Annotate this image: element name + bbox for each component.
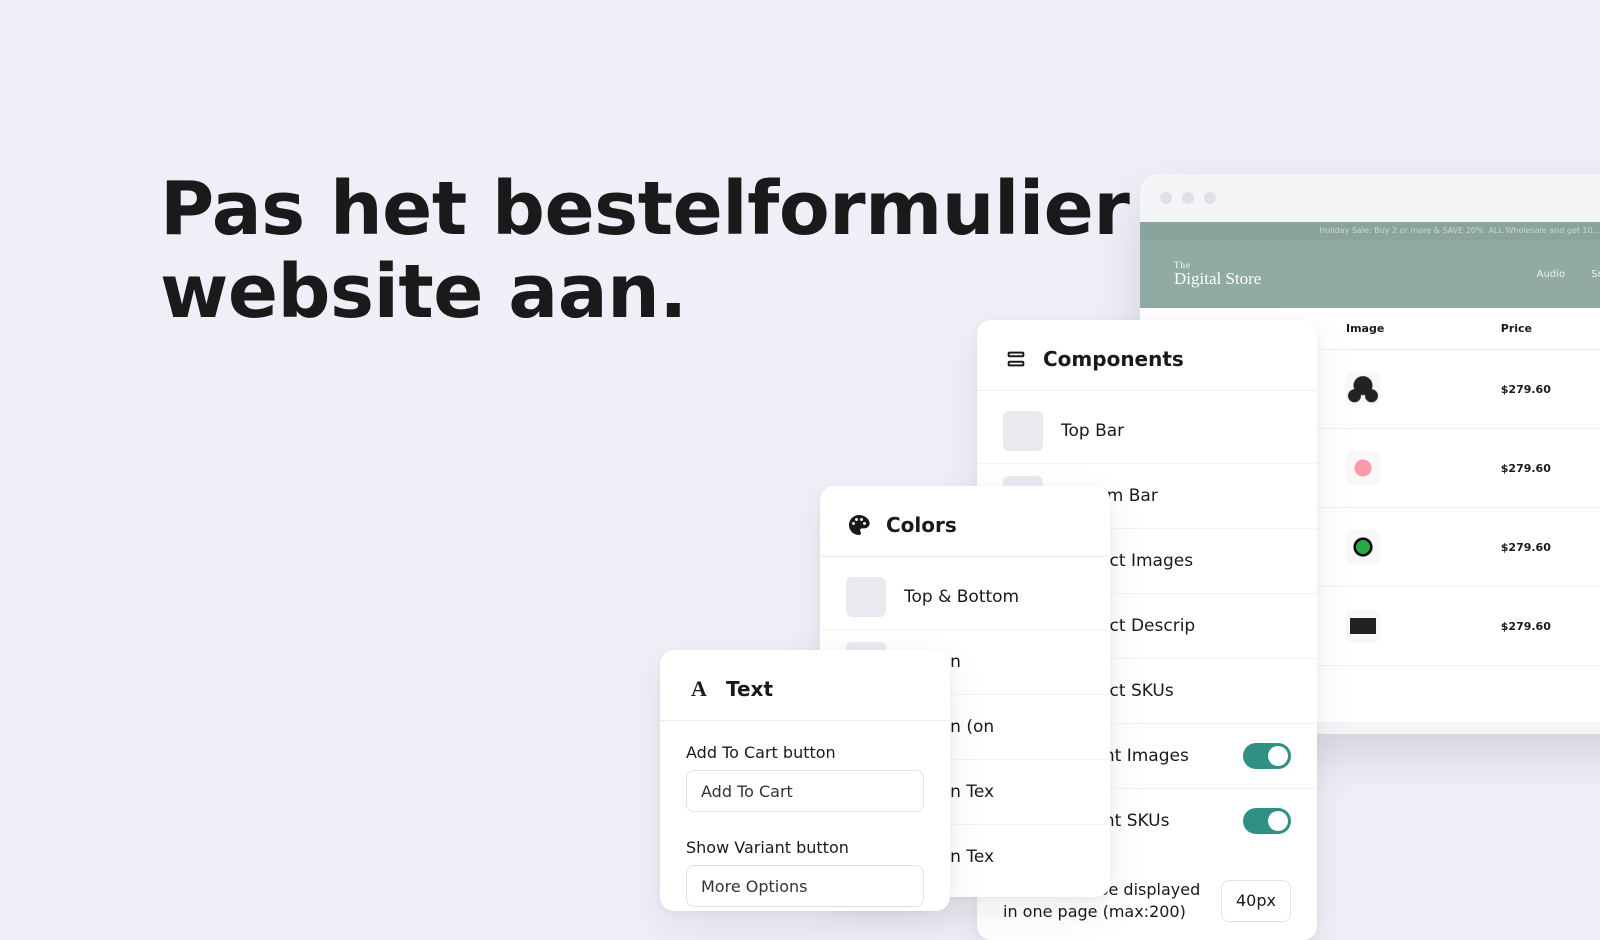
toggle-variant-skus[interactable] bbox=[1243, 808, 1291, 834]
nav-link-smart-devices[interactable]: Smart Devices bbox=[1591, 269, 1600, 280]
store-header: Holiday Sale: Buy 2 or more & SAVE 20%. … bbox=[1140, 222, 1600, 308]
palette-icon bbox=[846, 512, 872, 538]
field-label-show-variant: Show Variant button bbox=[660, 816, 950, 865]
panel-title: Colors bbox=[886, 513, 957, 537]
window-dots bbox=[1140, 174, 1600, 222]
product-image-headphones bbox=[1346, 372, 1380, 406]
product-image-speaker bbox=[1346, 530, 1380, 564]
input-show-variant[interactable]: More Options bbox=[686, 865, 924, 907]
promo-banner: Holiday Sale: Buy 2 or more & SAVE 20%. … bbox=[1140, 222, 1600, 240]
panel-title: Components bbox=[1043, 347, 1184, 371]
field-label-add-to-cart: Add To Cart button bbox=[660, 721, 950, 770]
store-logo: The Digital Store bbox=[1174, 261, 1261, 287]
panel-title: Text bbox=[726, 677, 773, 701]
product-image-speaker-outdoor bbox=[1346, 609, 1380, 643]
components-icon bbox=[1003, 346, 1029, 372]
text-icon: A bbox=[686, 676, 712, 702]
page-size-input[interactable]: 40px bbox=[1221, 880, 1291, 922]
product-price: $279.60 bbox=[1485, 350, 1600, 429]
text-panel: A Text Add To Cart button Add To Cart Sh… bbox=[660, 650, 950, 911]
color-item-top-bottom[interactable]: Top & Bottom bbox=[820, 565, 1110, 630]
product-price: $279.60 bbox=[1485, 587, 1600, 666]
toggle-variant-images[interactable] bbox=[1243, 743, 1291, 769]
product-image-band bbox=[1346, 451, 1380, 485]
input-add-to-cart[interactable]: Add To Cart bbox=[686, 770, 924, 812]
th-price: Price bbox=[1485, 308, 1600, 350]
product-price: $279.60 bbox=[1485, 429, 1600, 508]
product-price: $279.60 bbox=[1485, 508, 1600, 587]
component-item-top-bar[interactable]: Top Bar bbox=[977, 399, 1317, 464]
nav-link-audio[interactable]: Audio bbox=[1537, 269, 1565, 280]
th-image: Image bbox=[1330, 308, 1485, 350]
